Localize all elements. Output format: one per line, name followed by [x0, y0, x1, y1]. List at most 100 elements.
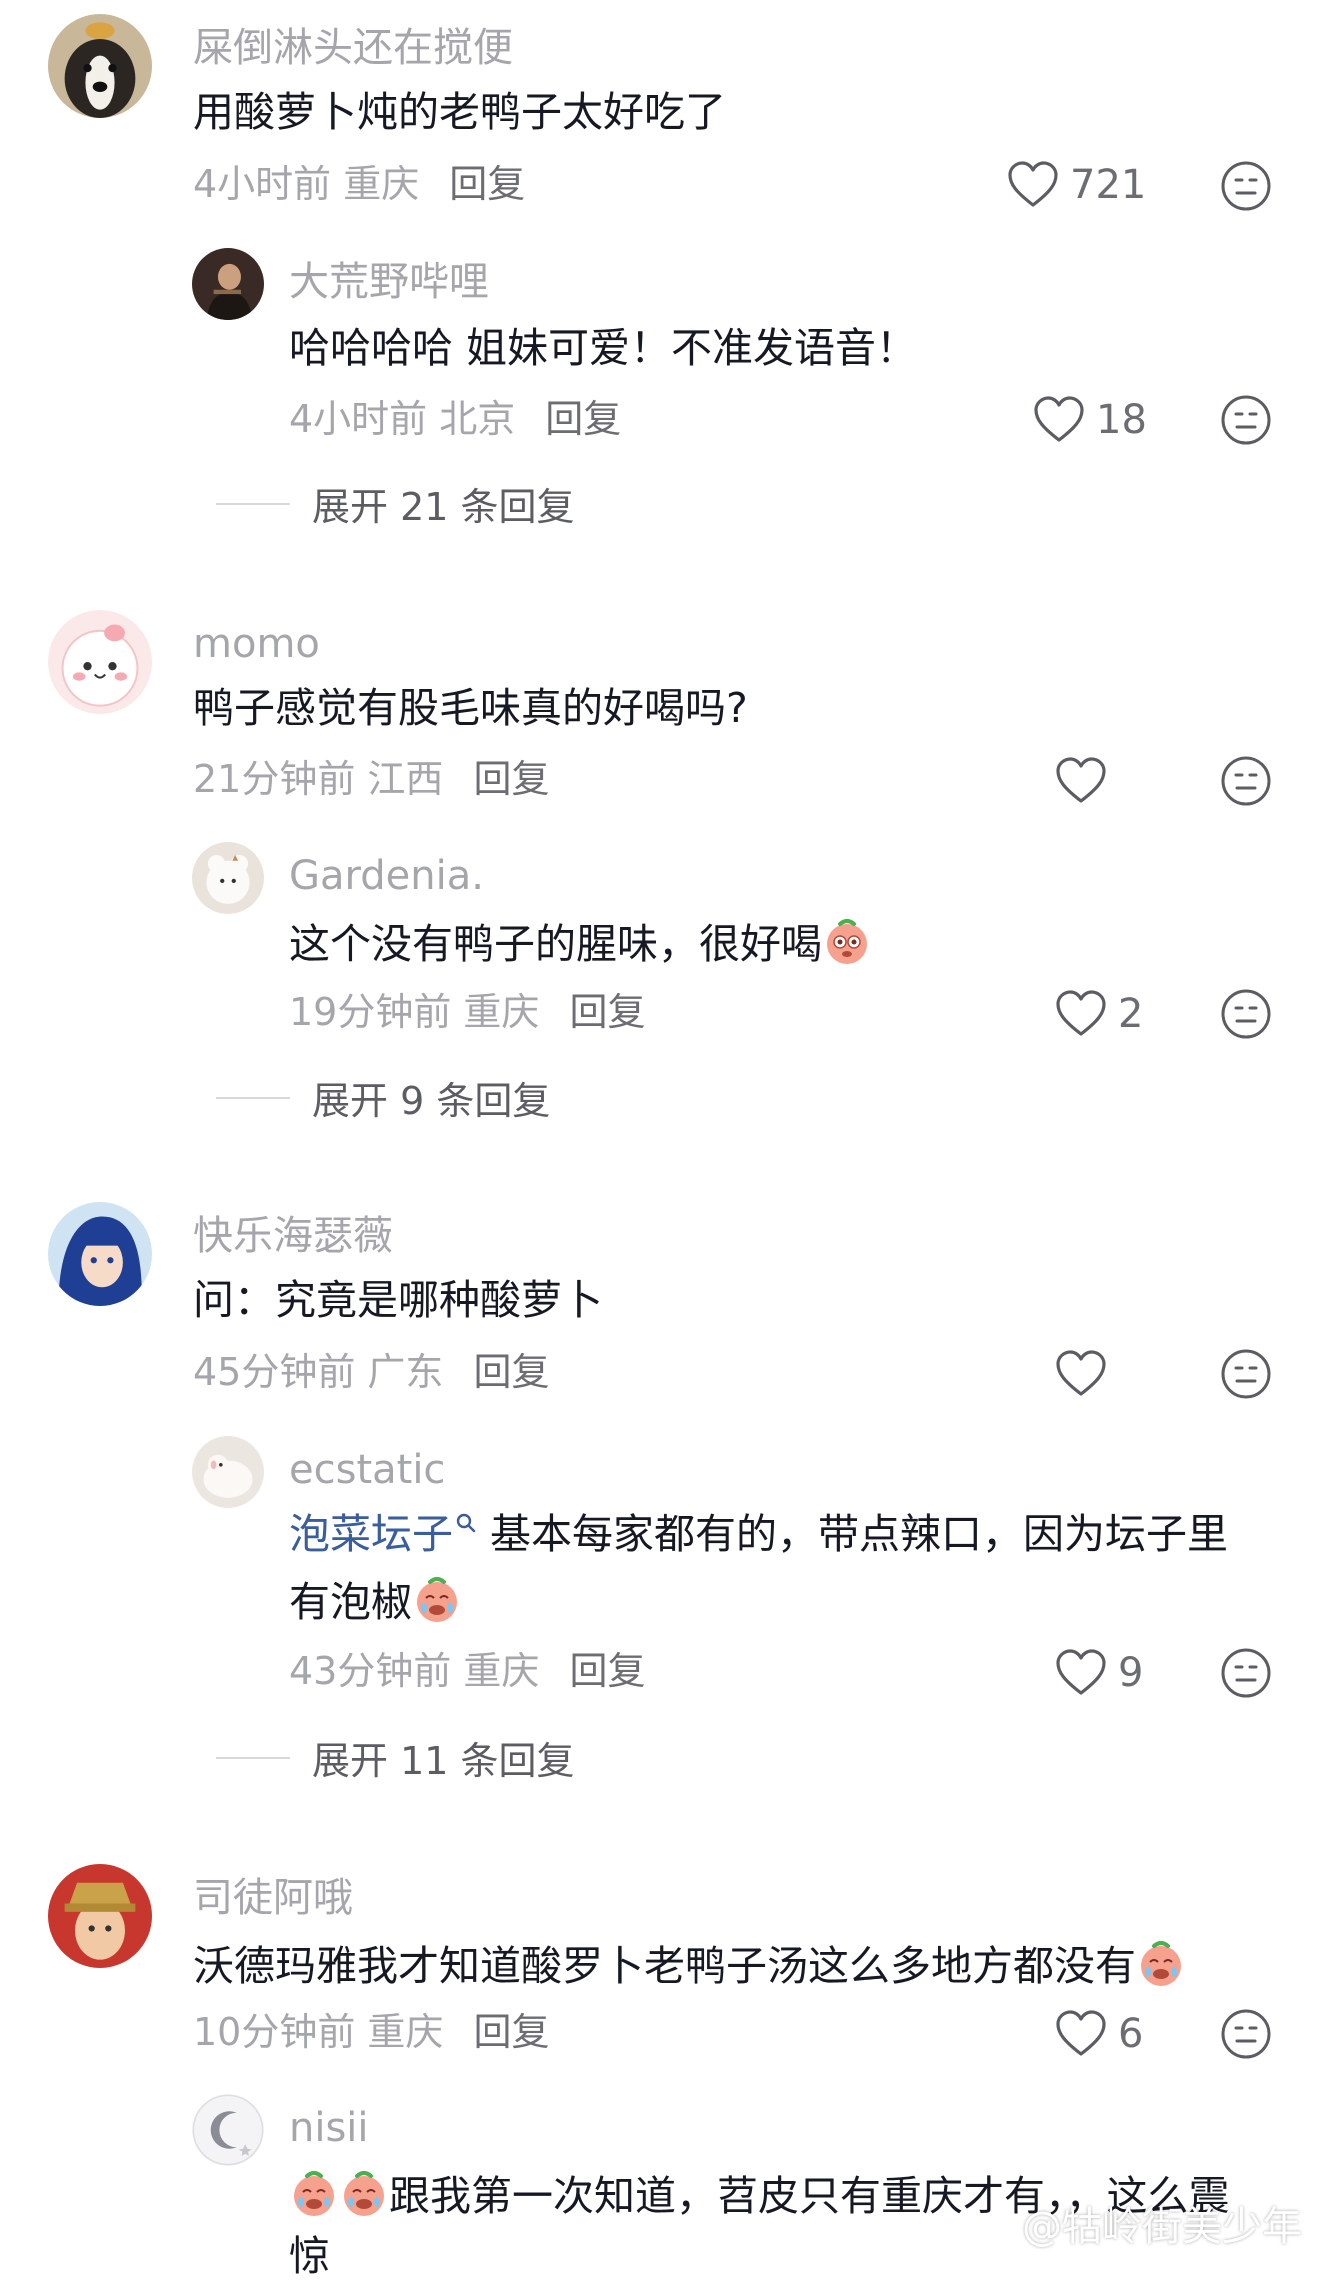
like-count: 2	[1118, 991, 1144, 1037]
comment-text: 问：究竟是哪种酸萝卜	[193, 1276, 603, 1324]
reply-meta: 4小时前 北京 回复	[289, 400, 621, 438]
reply-username[interactable]: 大荒野哔哩	[289, 262, 489, 302]
reply-text-line2: 有泡椒	[289, 1574, 462, 1627]
reply-button[interactable]: 回复	[449, 162, 525, 206]
avatar-r4[interactable]	[192, 2094, 264, 2166]
watermark: @牯岭街美少年	[1022, 2204, 1302, 2250]
like-count: 721	[1070, 162, 1147, 208]
reply-text-line2: 惊	[289, 2232, 330, 2280]
heart-outline-icon	[1056, 1649, 1106, 1695]
meh-face-icon	[1221, 1648, 1271, 1698]
like-count: 18	[1096, 397, 1147, 443]
avatar-c2[interactable]	[48, 610, 152, 714]
dislike-button[interactable]	[1220, 1348, 1272, 1400]
avatar-c3[interactable]	[48, 1202, 152, 1306]
heart-outline-icon	[1056, 2010, 1106, 2056]
reply-text: 泡菜坛子 基本每家都有的，带点辣口，因为坛子里	[289, 1510, 1228, 1559]
topic-link[interactable]: 泡菜坛子	[289, 1510, 453, 1558]
comment-time-location: 21分钟前 江西	[193, 757, 444, 801]
meh-face-icon	[1221, 1349, 1271, 1399]
dislike-button[interactable]	[1220, 755, 1272, 807]
expand-replies-button[interactable]: 展开 9 条回复	[216, 1070, 550, 1125]
reply-time-location: 19分钟前 重庆	[289, 990, 540, 1034]
comment-meta: 4小时前 重庆 回复	[193, 165, 525, 203]
like-count: 6	[1118, 2011, 1144, 2057]
reply-text-body: 基本每家都有的，带点辣口，因为坛子里	[477, 1510, 1229, 1558]
avatar-r1[interactable]	[192, 248, 264, 320]
crying-face-emoji-icon	[339, 2168, 389, 2218]
like-button[interactable]	[1054, 1349, 1108, 1399]
reply-text: 这个没有鸭子的腥味，很好喝	[289, 916, 872, 969]
comment-meta: 10分钟前 重庆 回复	[193, 2013, 549, 2051]
dislike-button[interactable]	[1220, 988, 1272, 1040]
heart-outline-icon	[1056, 990, 1106, 1036]
reply-text-body-2: 有泡椒	[289, 1578, 412, 1626]
dislike-button[interactable]	[1220, 2008, 1272, 2060]
avatar-r3[interactable]	[192, 1436, 264, 1508]
reply-button[interactable]: 回复	[473, 757, 549, 801]
reply-button[interactable]: 回复	[545, 397, 621, 441]
comment-meta: 45分钟前 广东 回复	[193, 1353, 549, 1391]
expand-replies-label: 展开 21 条回复	[312, 485, 575, 529]
comment-text: 沃德玛雅我才知道酸罗卜老鸭子汤这么多地方都没有	[193, 1938, 1186, 1991]
meh-face-icon	[1221, 756, 1271, 806]
comment-time-location: 45分钟前 广东	[193, 1350, 444, 1394]
drooling-face-emoji-icon	[822, 916, 872, 966]
reply-meta: 19分钟前 重庆 回复	[289, 993, 645, 1031]
crying-face-emoji-icon	[412, 1574, 462, 1624]
heart-outline-icon	[1056, 1350, 1106, 1396]
heart-outline-icon	[1056, 757, 1106, 803]
comment-username[interactable]: 屎倒淋头还在搅便	[193, 28, 513, 68]
expand-replies-label: 展开 9 条回复	[312, 1079, 551, 1123]
heart-outline-icon	[1008, 161, 1058, 207]
avatar-r2[interactable]	[192, 842, 264, 914]
search-icon[interactable]	[455, 1512, 477, 1534]
reply-time-location: 43分钟前 重庆	[289, 1649, 540, 1693]
heart-outline-icon	[1034, 396, 1084, 442]
expand-replies-button[interactable]: 展开 21 条回复	[216, 476, 575, 531]
divider	[216, 1096, 290, 1099]
like-button[interactable]: 18	[1032, 395, 1147, 445]
reply-text: 哈哈哈哈 姐妹可爱！不准发语音！	[289, 324, 918, 372]
reply-button[interactable]: 回复	[473, 1350, 549, 1394]
reply-button[interactable]: 回复	[569, 990, 645, 1034]
reply-text-body: 这个没有鸭子的腥味，很好喝	[289, 920, 822, 968]
comment-username[interactable]: 快乐海瑟薇	[193, 1216, 393, 1256]
reply-username[interactable]: ecstatic	[289, 1450, 445, 1490]
comment-text-body: 沃德玛雅我才知道酸罗卜老鸭子汤这么多地方都没有	[193, 1942, 1136, 1990]
reply-button[interactable]: 回复	[569, 1649, 645, 1693]
like-button[interactable]: 9	[1054, 1648, 1143, 1698]
reply-username[interactable]: Gardenia.	[289, 856, 484, 896]
dislike-button[interactable]	[1220, 160, 1272, 212]
reply-username[interactable]: nisii	[289, 2108, 369, 2148]
like-button[interactable]: 6	[1054, 2009, 1143, 2059]
like-button[interactable]: 2	[1054, 989, 1143, 1039]
comment-username[interactable]: momo	[193, 624, 320, 664]
avatar-c1[interactable]	[48, 14, 152, 118]
expand-replies-label: 展开 11 条回复	[312, 1739, 575, 1783]
like-count: 9	[1118, 1650, 1144, 1696]
comment-time-location: 4小时前 重庆	[193, 162, 420, 206]
dislike-button[interactable]	[1220, 394, 1272, 446]
comment-text: 用酸萝卜炖的老鸭子太好吃了	[193, 88, 726, 136]
meh-face-icon	[1221, 2009, 1271, 2059]
expand-replies-button[interactable]: 展开 11 条回复	[216, 1730, 575, 1785]
comment-username[interactable]: 司徒阿哦	[193, 1878, 353, 1918]
reply-time-location: 4小时前 北京	[289, 397, 516, 441]
crying-face-emoji-icon	[289, 2168, 339, 2218]
comment-meta: 21分钟前 江西 回复	[193, 760, 549, 798]
like-button[interactable]	[1054, 756, 1108, 806]
reply-meta: 43分钟前 重庆 回复	[289, 1652, 645, 1690]
divider	[216, 1756, 290, 1759]
dislike-button[interactable]	[1220, 1647, 1272, 1699]
reply-button[interactable]: 回复	[473, 2010, 549, 2054]
divider	[216, 502, 290, 505]
meh-face-icon	[1221, 989, 1271, 1039]
like-button[interactable]: 721	[1006, 160, 1146, 210]
comment-time-location: 10分钟前 重庆	[193, 2010, 444, 2054]
meh-face-icon	[1221, 395, 1271, 445]
avatar-c4[interactable]	[48, 1864, 152, 1968]
crying-face-emoji-icon	[1136, 1938, 1186, 1988]
comment-text: 鸭子感觉有股毛味真的好喝吗?	[193, 684, 748, 732]
meh-face-icon	[1221, 161, 1271, 211]
